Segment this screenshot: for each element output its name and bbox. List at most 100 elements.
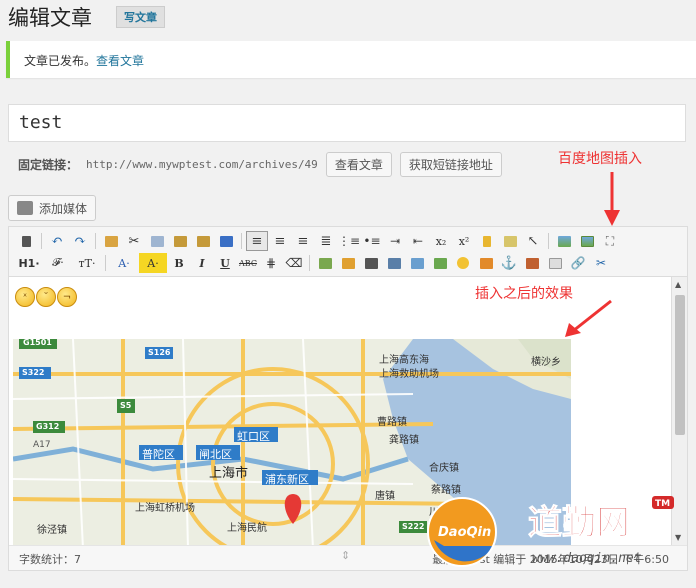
toolbar-separator [309,255,310,271]
copy-icon[interactable] [146,231,168,251]
insert-media-icon[interactable] [383,253,405,273]
word-count: 字数统计：7 [19,553,81,566]
add-media-button[interactable]: 添加媒体 [8,195,97,221]
map-label: 浦东新区 [265,473,309,486]
superscript-icon[interactable]: x² [453,231,475,251]
get-shortlink-button[interactable]: 获取短链接地址 [399,152,502,177]
subscript-icon[interactable]: x₂ [430,231,452,251]
toolbar-separator [548,233,549,249]
page-title: 编辑文章 [8,6,92,30]
paste-word-icon[interactable] [215,231,237,251]
toolbar-row-2: H1· 𝓕· тT· A· A· B I U ABC ⋕ ⌫ ⚓ 🔗 ✂ [15,252,681,274]
font-size-select[interactable]: тT· [73,253,101,273]
map-label: 龚路镇 [389,435,419,446]
code-icon[interactable] [521,253,543,273]
map-label: S222 [402,522,425,531]
bold-button[interactable]: B [168,253,190,273]
notice-text: 文章已发布。 [24,54,97,68]
anchor-icon[interactable]: ⚓ [498,253,520,273]
unordered-list-icon[interactable]: •≡ [361,231,383,251]
permalink-label: 固定链接： [18,158,79,172]
editor-toolbar: ↶ ↷ ✂ ≡ ≡ ≡ ≣ ⋮≡ •≡ ⇥ ⇤ x₂ x² ↖ ⛶ H1· 𝓕·… [9,227,687,277]
align-center-icon[interactable]: ≡ [269,231,291,251]
insert-table-icon[interactable] [406,253,428,273]
image-icon[interactable] [553,231,575,251]
permalink-bar: 固定链接： http://www.mywptest.com/archives/4… [18,152,502,177]
add-new-post-button[interactable]: 写文章 [116,6,165,28]
text-color-select[interactable]: A· [110,253,138,273]
fullscreen-icon[interactable]: ⛶ [599,231,621,251]
paste-icon[interactable] [169,231,191,251]
map-label: A17 [33,440,51,450]
insert-video-icon[interactable] [360,253,382,273]
page-break-icon[interactable] [544,253,566,273]
strikethrough-button[interactable]: ABC [237,253,259,273]
toolbar-separator [95,233,96,249]
indent-icon[interactable]: ⇥ [384,231,406,251]
heading-select[interactable]: H1· [15,253,43,273]
link-icon[interactable]: 🔗 [567,253,589,273]
align-right-icon[interactable]: ≡ [292,231,314,251]
insert-row-icon[interactable] [429,253,451,273]
clean-icon[interactable] [476,231,498,251]
map-label: 上海民航 [227,523,267,534]
smiley-smirk-icon: ¬ [57,287,77,307]
select-icon[interactable]: ↖ [522,231,544,251]
map-label: 曹路镇 [377,417,407,428]
border-icon[interactable]: ⋕ [260,253,282,273]
map-label: G312 [36,422,60,431]
watermark-url: www.daoqin.net [532,551,642,566]
italic-button[interactable]: I [191,253,213,273]
ordered-list-icon[interactable]: ⋮≡ [338,231,360,251]
watermark-brand: 道勤网 [528,503,630,543]
map-label: 普陀区 [142,448,175,461]
kitchen-sink-icon[interactable] [15,231,37,251]
undo-icon[interactable]: ↶ [46,231,68,251]
special-char-icon[interactable] [475,253,497,273]
emoticon-icon[interactable] [452,253,474,273]
format-painter-icon[interactable] [499,231,521,251]
scrollbar-thumb[interactable] [675,295,685,435]
annotation-arrow-down [604,172,620,226]
template-icon[interactable] [100,231,122,251]
post-title-input[interactable]: test [8,104,686,142]
resize-handle-icon[interactable]: ⇕ [341,549,350,562]
toolbar-separator [105,255,106,271]
insert-image-icon[interactable] [314,253,336,273]
map-label: 合庆镇 [429,463,459,474]
toolbar-separator [41,233,42,249]
bg-color-select[interactable]: A· [139,253,167,273]
view-post-link[interactable]: 查看文章 [96,54,144,68]
map-label: 虹口区 [237,430,270,443]
map-label: 上海市 [209,466,249,481]
align-left-icon[interactable]: ≡ [246,231,268,251]
annotation-arrow-diagonal [565,299,612,337]
media-icon [17,201,33,215]
map-label: 横沙乡 [531,357,561,368]
map-label: S5 [120,401,132,410]
view-post-button[interactable]: 查看文章 [325,152,392,177]
paste-text-icon[interactable] [192,231,214,251]
map-label: 唐镇 [375,491,395,502]
insert-gallery-icon[interactable] [337,253,359,273]
font-family-select[interactable]: 𝓕· [44,253,72,273]
baidu-map-icon[interactable] [576,231,598,251]
cut-icon[interactable]: ✂ [123,231,145,251]
underline-button[interactable]: U [214,253,236,273]
outdent-icon[interactable]: ⇤ [407,231,429,251]
align-justify-icon[interactable]: ≣ [315,231,337,251]
published-notice: 文章已发布。查看文章 [6,41,696,78]
smiley-tongue-icon: ˘ [36,287,56,307]
permalink-url[interactable]: http://www.mywptest.com/archives/49 [86,158,318,171]
toolbar-row-1: ↶ ↷ ✂ ≡ ≡ ≡ ≣ ⋮≡ •≡ ⇥ ⇤ x₂ x² ↖ ⛶ [15,230,681,252]
smiley-dizzy-icon: ˣ [15,287,35,307]
redo-icon[interactable]: ↷ [69,231,91,251]
scroll-up-icon[interactable]: ▲ [675,280,681,289]
add-media-label: 添加媒体 [39,201,88,216]
map-label: 闸北区 [199,448,232,461]
map-label: S126 [148,348,171,357]
eraser-icon[interactable]: ⌫ [283,253,305,273]
map-label: 徐泾镇 [37,525,67,536]
unlink-icon[interactable]: ✂ [590,253,612,273]
watermark-tm: TM [655,499,670,509]
